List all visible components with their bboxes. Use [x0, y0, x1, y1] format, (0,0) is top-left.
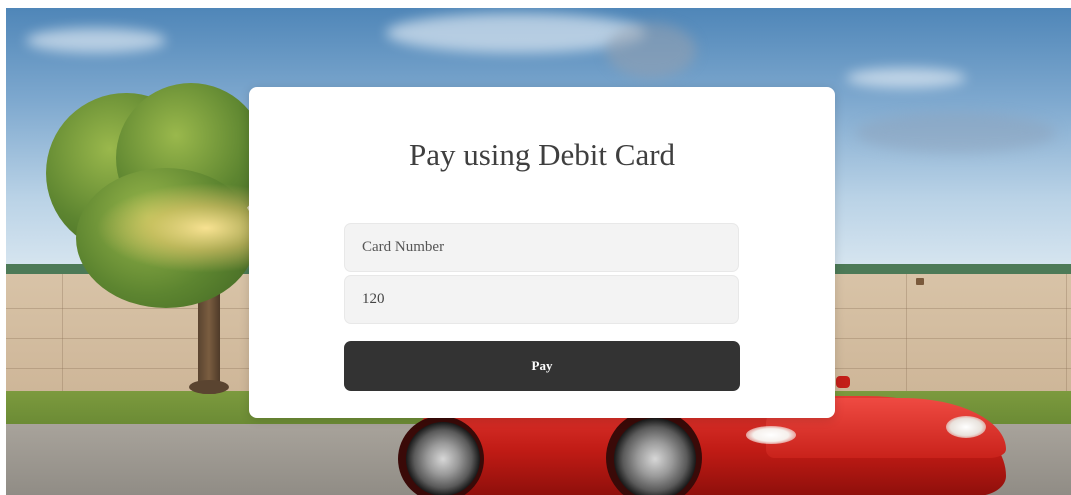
cloud: [606, 23, 696, 78]
amount-input[interactable]: [344, 275, 739, 324]
wall-seam: [1066, 274, 1067, 404]
payment-card: Pay using Debit Card Pay: [249, 87, 835, 418]
cloud: [856, 113, 1056, 153]
cloud: [26, 28, 166, 53]
wall-lamp: [916, 278, 924, 285]
car-mirror: [836, 376, 850, 388]
wall-seam: [62, 274, 63, 404]
tree-base: [189, 380, 229, 394]
cloud: [846, 68, 966, 88]
pay-button[interactable]: Pay: [344, 341, 740, 391]
wall-seam: [906, 274, 907, 404]
car-headlight: [946, 416, 986, 438]
car-headlight: [746, 426, 796, 444]
payment-title: Pay using Debit Card: [408, 137, 676, 172]
card-number-input[interactable]: [344, 223, 739, 272]
car-wheel: [614, 418, 696, 495]
car-wheel: [406, 422, 480, 495]
